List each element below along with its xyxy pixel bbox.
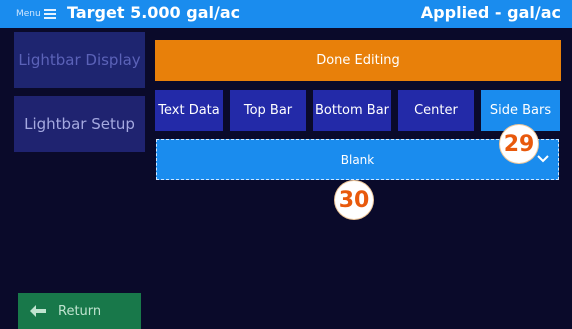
menu-label: Menu bbox=[16, 9, 41, 19]
sidebar-item-lightbar-setup[interactable]: Lightbar Setup bbox=[14, 96, 145, 152]
applied-rate-title: Applied - gal/ac bbox=[420, 3, 561, 22]
annotation-badge-30: 30 bbox=[335, 181, 373, 219]
annotation-number: 30 bbox=[338, 187, 370, 213]
side-bars-dropdown[interactable]: Blank bbox=[156, 139, 559, 180]
done-editing-button[interactable]: Done Editing bbox=[155, 40, 561, 81]
tab-label: Text Data bbox=[158, 103, 220, 118]
return-label: Return bbox=[58, 303, 102, 319]
hamburger-icon bbox=[43, 8, 56, 20]
tab-label: Top Bar bbox=[243, 103, 293, 118]
done-editing-label: Done Editing bbox=[316, 53, 400, 68]
dropdown-selected-value: Blank bbox=[340, 152, 375, 167]
sidebar-item-label: Lightbar Display bbox=[18, 51, 141, 69]
annotation-badge-29: 29 bbox=[500, 125, 538, 163]
tab-text-data[interactable]: Text Data bbox=[155, 90, 223, 131]
arrow-left-icon bbox=[30, 305, 46, 317]
sidebar-item-label: Lightbar Setup bbox=[24, 115, 135, 133]
tab-label: Center bbox=[414, 103, 458, 118]
tab-center[interactable]: Center bbox=[398, 90, 474, 131]
tab-top-bar[interactable]: Top Bar bbox=[230, 90, 306, 131]
chevron-down-icon bbox=[537, 155, 549, 163]
sidebar-item-lightbar-display[interactable]: Lightbar Display bbox=[14, 32, 145, 88]
header-bar: Menu Target 5.000 gal/ac Applied - gal/a… bbox=[0, 0, 572, 28]
annotation-number: 29 bbox=[503, 131, 535, 157]
return-button[interactable]: Return bbox=[18, 293, 141, 329]
tab-label: Side Bars bbox=[489, 103, 552, 118]
target-rate-title: Target 5.000 gal/ac bbox=[67, 3, 241, 22]
screen: Menu Target 5.000 gal/ac Applied - gal/a… bbox=[0, 0, 572, 329]
tab-label: Bottom Bar bbox=[314, 103, 390, 118]
tab-bottom-bar[interactable]: Bottom Bar bbox=[313, 90, 391, 131]
menu-button[interactable]: Menu bbox=[16, 5, 56, 23]
